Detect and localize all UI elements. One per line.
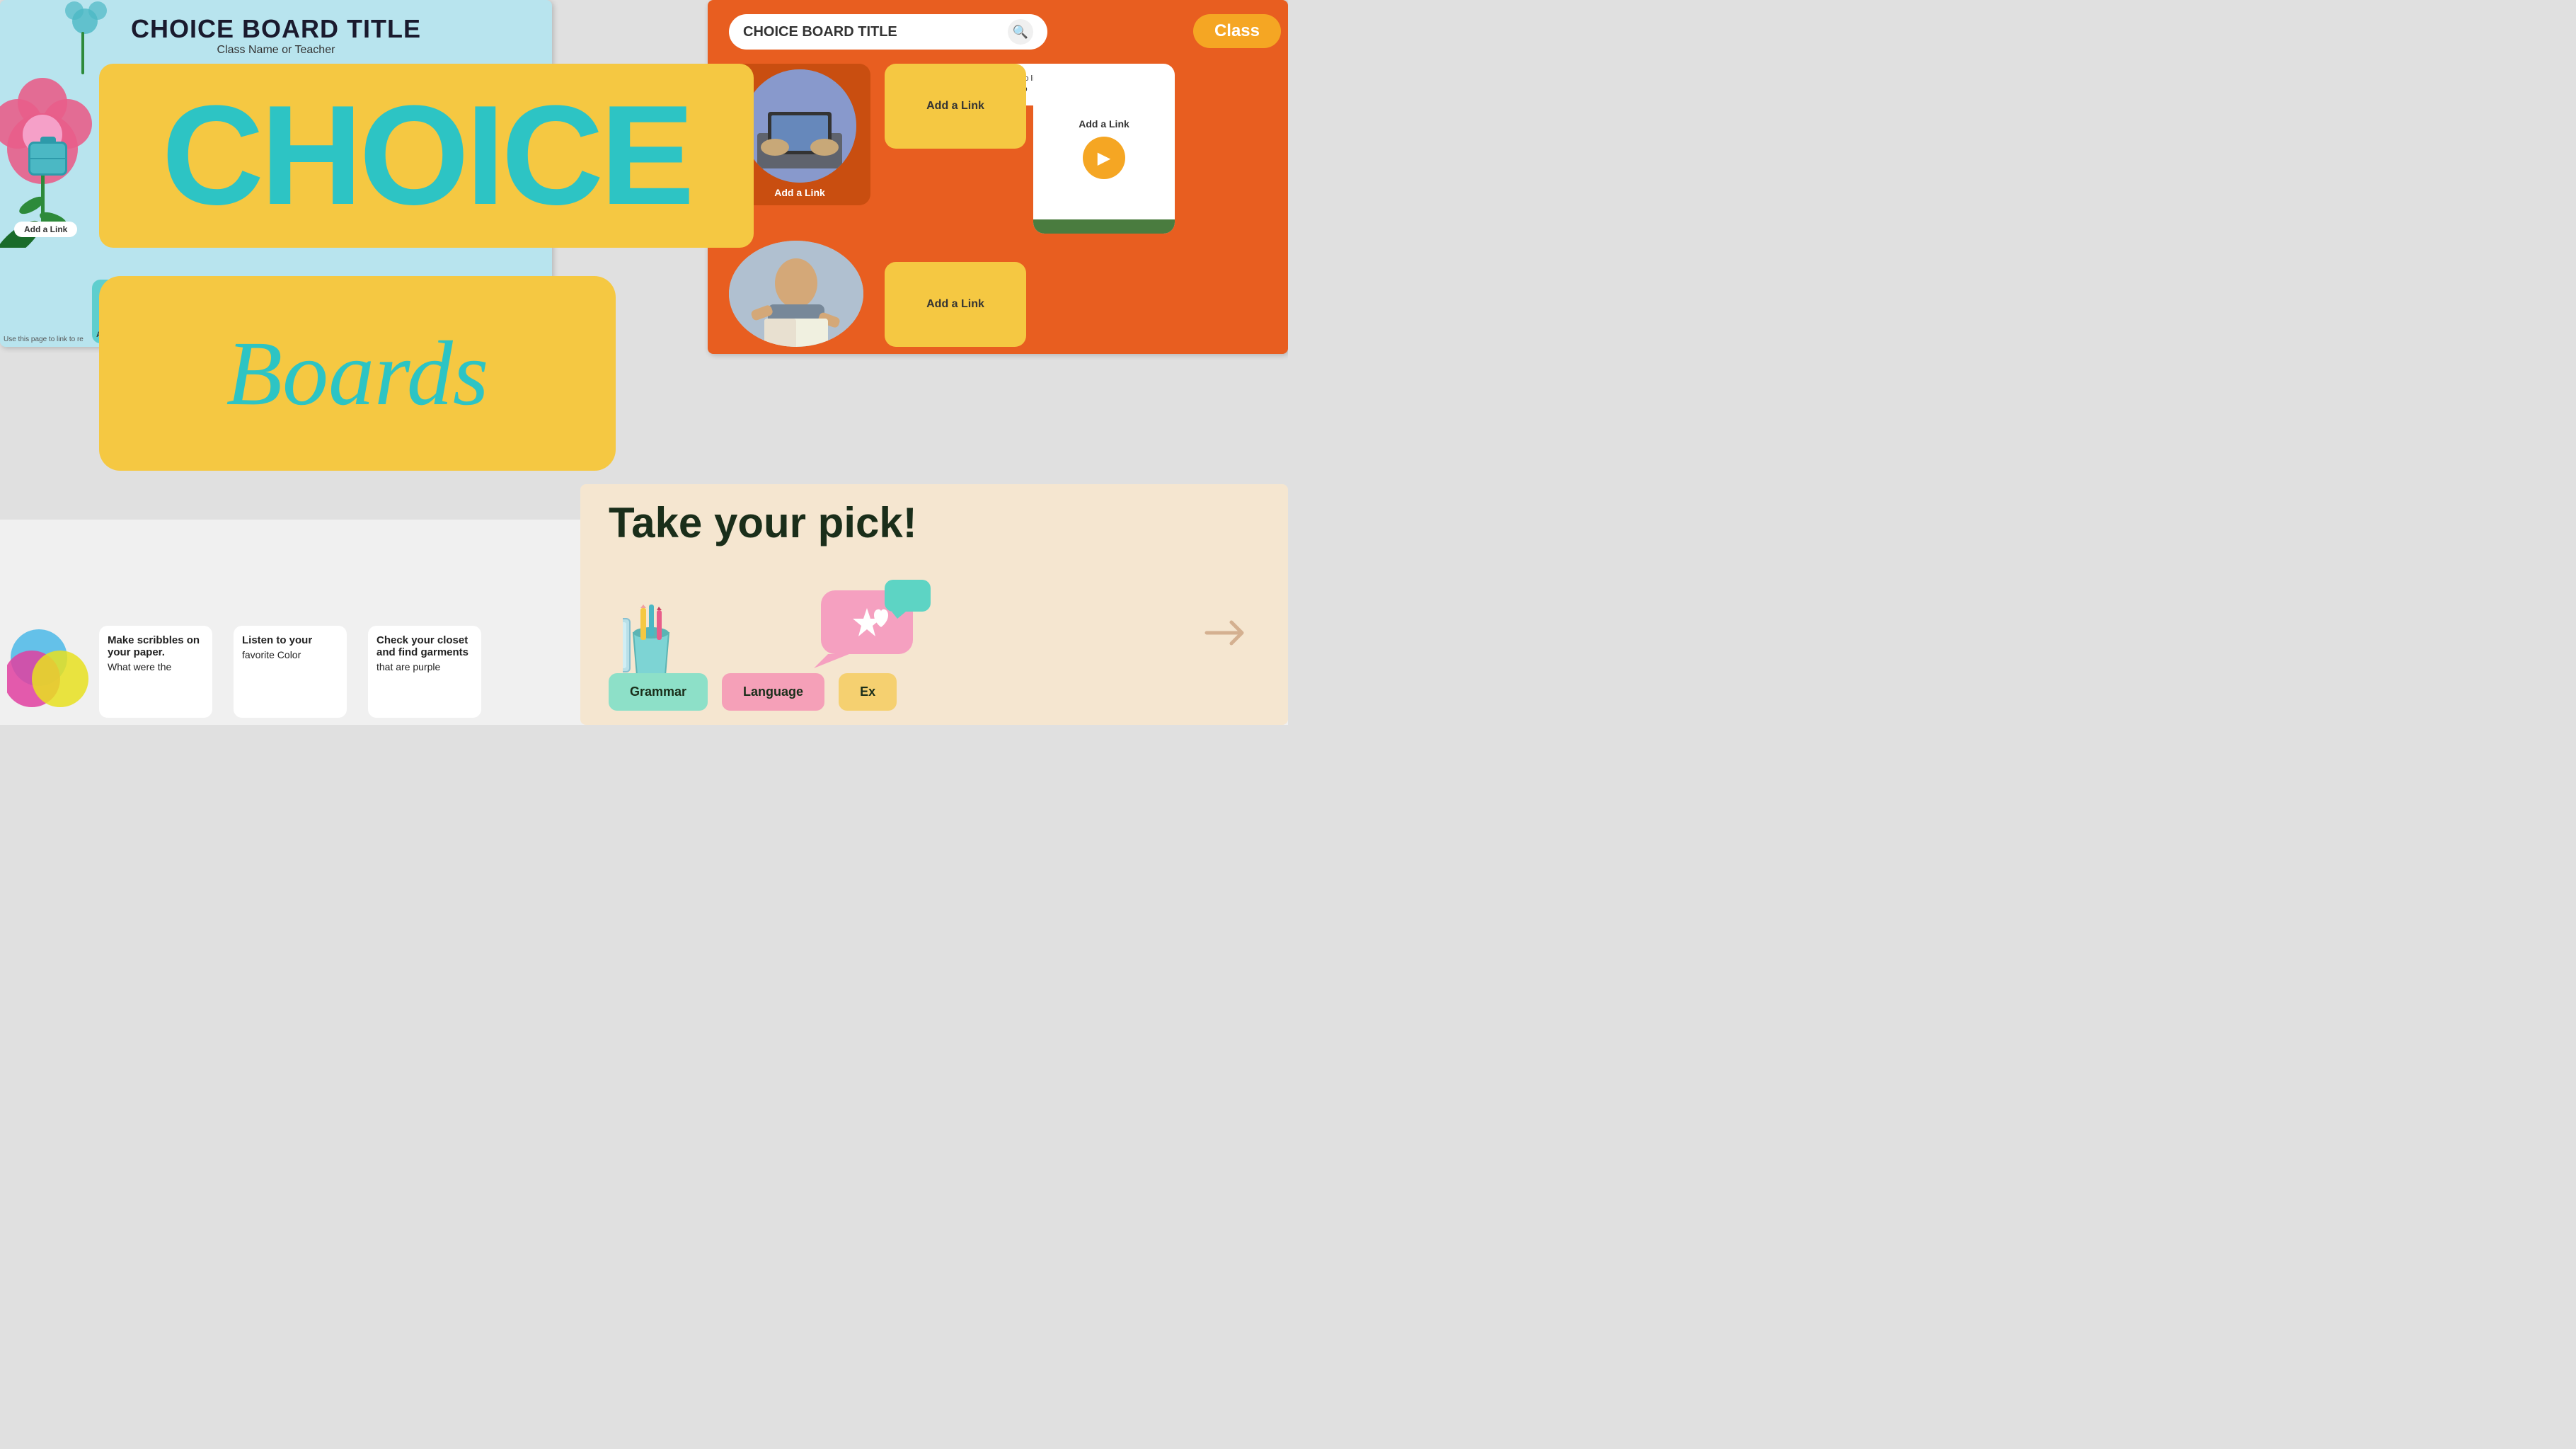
add-link-btn-1[interactable]: Add a Link [14, 222, 77, 237]
search-text: CHOICE BOARD TITLE [743, 24, 1008, 40]
search-icon[interactable]: 🔍 [1008, 19, 1033, 45]
card-listen-title: Listen to your [242, 634, 338, 646]
second-yellow-label: Add a Link [926, 298, 984, 311]
gap2 [354, 626, 361, 718]
play-card-label: Add a Link [1079, 118, 1129, 130]
laptop-svg [743, 69, 856, 183]
bottom-area: Make scribbles on your paper. What were … [0, 520, 1288, 725]
gap [219, 626, 226, 718]
choice-text: CHOICE [162, 85, 691, 227]
card-closet: Check your closet and find garments that… [368, 626, 481, 718]
laptop-person-image [743, 69, 856, 183]
background: CHOICE BOARD TITLE Class Name or Teacher [0, 0, 1288, 725]
class-tab[interactable]: Class [1193, 14, 1281, 48]
yellow-link-card[interactable]: Add a Link [885, 64, 1026, 149]
color-circles-icon [7, 626, 92, 711]
chat-bubbles-icon [807, 576, 934, 668]
person-holding-image [729, 241, 863, 347]
small-info-text: Use this page to link to re [4, 336, 84, 343]
briefcase-icon [28, 142, 67, 176]
card-closet-sub: that are purple [376, 661, 473, 672]
play-card: Add a Link ▶ [1033, 64, 1175, 234]
add-link-label-1: Add a Link [774, 187, 825, 198]
boards-banner: Boards [99, 276, 616, 471]
green-stripe [1033, 219, 1175, 234]
card-scribbles-sub: What were the [108, 661, 204, 672]
language-button[interactable]: Language [722, 673, 824, 711]
take-your-pick-heading: Take your pick! [609, 498, 917, 547]
card-closet-title: Check your closet and find garments [376, 634, 473, 658]
boards-text: Boards [226, 321, 489, 427]
grammar-button[interactable]: Grammar [609, 673, 708, 711]
card-scribbles: Make scribbles on your paper. What were … [99, 626, 212, 718]
card-scribbles-title: Make scribbles on your paper. [108, 634, 204, 658]
slide-orange: CHOICE BOARD TITLE 🔍 Class Use this page… [708, 0, 1288, 354]
pencil-cup-icon [623, 605, 679, 682]
slide-take-your-pick: Take your pick! [580, 484, 1288, 725]
play-button[interactable]: ▶ [1083, 137, 1125, 179]
person-svg [729, 241, 863, 347]
ext-button[interactable]: Ex [839, 673, 897, 711]
arrow-icon [1203, 612, 1260, 654]
card-listen-sub: favorite Color [242, 649, 338, 660]
card-listen: Listen to your favorite Color [234, 626, 347, 718]
subject-buttons: Grammar Language Ex [609, 673, 1260, 711]
choice-banner: CHOICE [99, 64, 754, 248]
yellow-link-label: Add a Link [926, 100, 984, 113]
second-yellow-card[interactable]: Add a Link [885, 262, 1026, 347]
search-bar[interactable]: CHOICE BOARD TITLE 🔍 [729, 14, 1047, 50]
bottom-text-cards: Make scribbles on your paper. What were … [99, 626, 481, 718]
